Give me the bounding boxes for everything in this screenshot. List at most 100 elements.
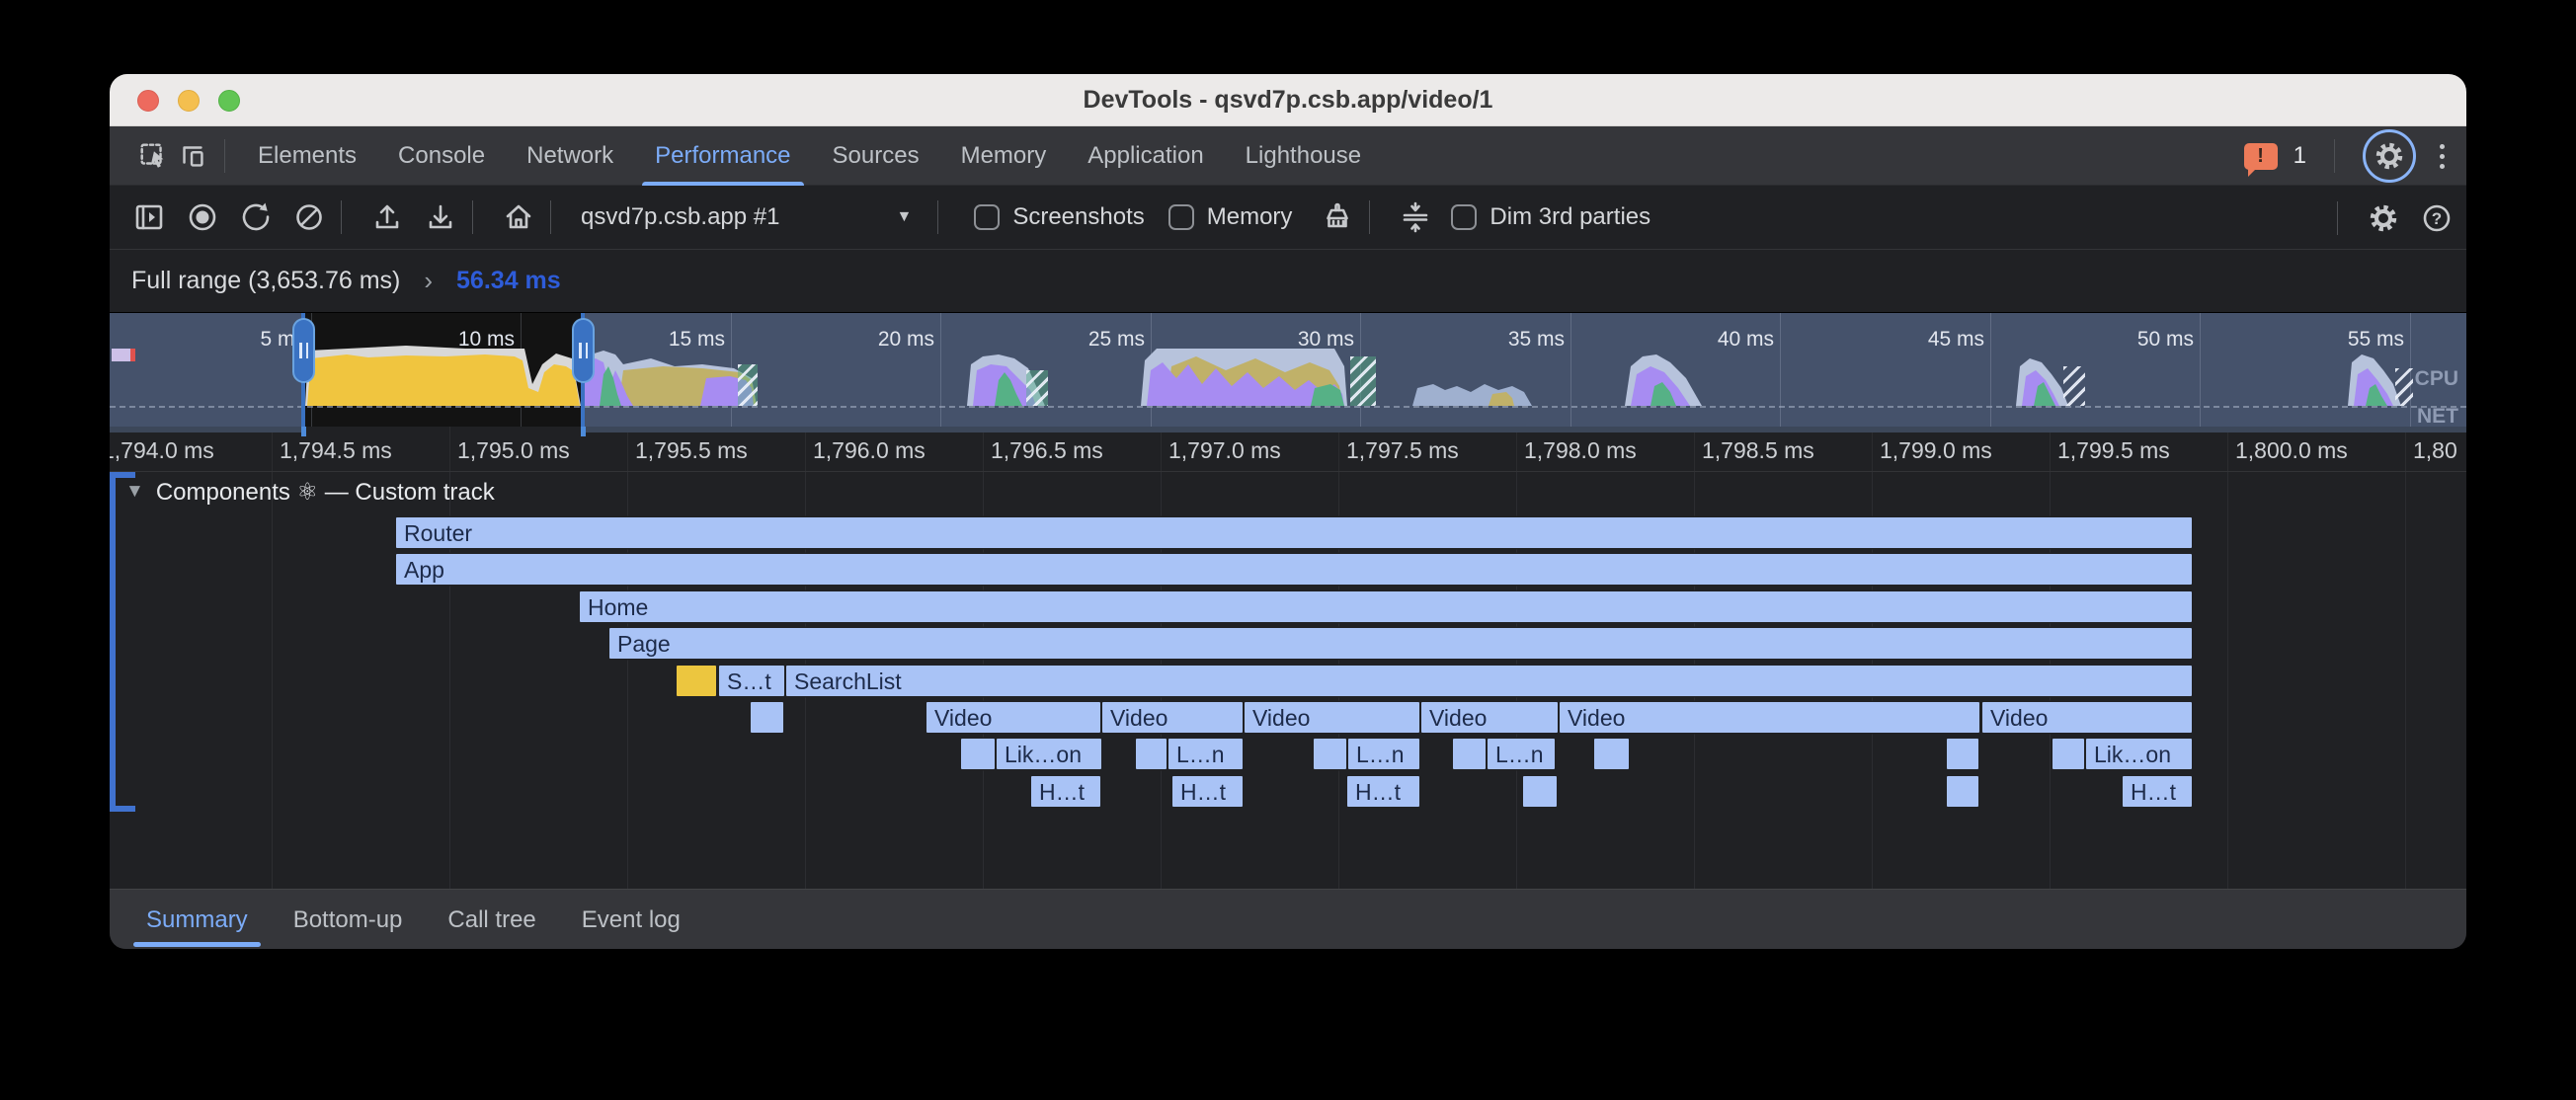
ruler-time-label: 1,795.5 ms <box>635 427 748 472</box>
flame-bar-home[interactable]: Home <box>580 591 2192 622</box>
grid-line <box>2405 427 2406 471</box>
tab-console[interactable]: Console <box>377 126 506 186</box>
selected-track-bracket <box>110 472 135 812</box>
dim-3rd-parties-checkbox[interactable]: Dim 3rd parties <box>1451 203 1650 231</box>
chevron-right-icon: › <box>424 266 433 296</box>
flame-bar-ln[interactable]: L…n <box>1488 739 1555 769</box>
history-dropdown[interactable]: qsvd7p.csb.app #1 ▼ <box>581 203 912 231</box>
window-left-handle[interactable] <box>292 318 315 383</box>
flame-bar-likon[interactable]: Lik…on <box>997 739 1101 769</box>
tab-performance[interactable]: Performance <box>634 126 811 186</box>
download-profile-icon[interactable] <box>421 197 460 237</box>
settings-gear-focus-ring[interactable] <box>2363 129 2416 183</box>
flame-bar[interactable] <box>1523 776 1557 807</box>
garbage-collect-icon[interactable] <box>1318 197 1357 237</box>
flame-bar-video[interactable]: Video <box>1560 702 1979 733</box>
error-badge-icon[interactable]: ! <box>2244 143 2278 170</box>
bottom-tab-summary[interactable]: Summary <box>123 890 271 950</box>
window-marker <box>581 427 586 436</box>
flame-bar[interactable] <box>1453 739 1486 769</box>
flame-bar[interactable] <box>677 666 716 696</box>
tab-lighthouse[interactable]: Lighthouse <box>1225 126 1382 186</box>
bottom-tab-call-tree[interactable]: Call tree <box>425 890 558 950</box>
flame-chart[interactable]: ▼ Components ⚛ — Custom track Router App H… <box>110 472 2466 889</box>
devtools-tabbar: ElementsConsoleNetworkPerformanceSources… <box>110 126 2466 186</box>
track-title: Components ⚛ — Custom track <box>156 478 495 507</box>
flame-bar-searchlist[interactable]: SearchList <box>786 666 2192 696</box>
checkbox-box[interactable] <box>1451 204 1477 230</box>
checkbox-box[interactable] <box>974 204 1000 230</box>
tab-network[interactable]: Network <box>506 126 634 186</box>
flame-bar-likon[interactable]: Lik…on <box>2086 739 2192 769</box>
flame-bar-app[interactable]: App <box>396 554 2192 585</box>
inspect-element-icon[interactable] <box>133 136 173 176</box>
flame-bar-ht[interactable]: H…t <box>2123 776 2192 807</box>
flame-bar-video[interactable]: Video <box>1421 702 1558 733</box>
grid-line <box>805 427 806 471</box>
bottom-tab-bottom-up[interactable]: Bottom-up <box>271 890 426 950</box>
window-right-handle[interactable] <box>572 318 595 383</box>
flame-bar-video[interactable]: Video <box>926 702 1100 733</box>
flame-bar[interactable] <box>1947 776 1978 807</box>
flame-bar[interactable] <box>961 739 995 769</box>
flame-bar-st[interactable]: S…t <box>719 666 784 696</box>
flame-bar-router[interactable]: Router <box>396 517 2192 548</box>
checkbox-box[interactable] <box>1168 204 1194 230</box>
tab-application[interactable]: Application <box>1067 126 1224 186</box>
flame-bar-ht[interactable]: H…t <box>1347 776 1419 807</box>
close-window-button[interactable] <box>137 90 159 112</box>
flame-bar-ln[interactable]: L…n <box>1348 739 1419 769</box>
minimize-window-button[interactable] <box>178 90 200 112</box>
flame-bar-page[interactable]: Page <box>609 628 2192 659</box>
flame-bar[interactable] <box>1314 739 1346 769</box>
selected-range-crumb: 56.34 ms <box>456 267 561 295</box>
flame-bar[interactable] <box>751 702 783 733</box>
zoom-window-button[interactable] <box>218 90 240 112</box>
divider <box>341 200 342 234</box>
flame-bar[interactable] <box>1136 739 1167 769</box>
flame-bar-ht[interactable]: H…t <box>1172 776 1243 807</box>
collapse-flame-icon[interactable] <box>1396 197 1435 237</box>
capture-settings-gear-icon[interactable] <box>2364 198 2403 238</box>
memory-checkbox[interactable]: Memory <box>1168 203 1293 231</box>
clear-icon[interactable] <box>289 197 329 237</box>
tab-sources[interactable]: Sources <box>812 126 940 186</box>
flame-bar[interactable] <box>1594 739 1629 769</box>
ruler-time-label: 1,796.5 ms <box>991 427 1103 472</box>
home-icon[interactable] <box>499 197 538 237</box>
device-toolbar-icon[interactable] <box>173 136 212 176</box>
ruler-time-label: 1,798.5 ms <box>1702 427 1814 472</box>
ruler-time-label: 1,796.0 ms <box>813 427 926 472</box>
panel-tabs: ElementsConsoleNetworkPerformanceSources… <box>237 126 1382 186</box>
upload-profile-icon[interactable] <box>367 197 407 237</box>
screenshots-checkbox[interactable]: Screenshots <box>974 203 1144 231</box>
flame-bar-video[interactable]: Video <box>1102 702 1243 733</box>
divider <box>1369 200 1370 234</box>
error-count[interactable]: 1 <box>2294 142 2306 170</box>
collapse-triangle-icon[interactable]: ▼ <box>125 481 144 503</box>
ruler-time-label: 1,794.5 ms <box>280 427 392 472</box>
flame-bar[interactable] <box>2053 739 2084 769</box>
timeline-overview[interactable]: 5 ms10 ms15 ms20 ms25 ms30 ms35 ms40 ms4… <box>110 312 2466 427</box>
flame-bar[interactable] <box>1947 739 1978 769</box>
tab-memory[interactable]: Memory <box>940 126 1068 186</box>
bottom-tab-event-log[interactable]: Event log <box>559 890 703 950</box>
toggle-sidebar-icon[interactable] <box>129 197 169 237</box>
desktop-background: DevTools - qsvd7p.csb.app/video/1 <box>0 0 2576 1100</box>
full-range-crumb[interactable]: Full range (3,653.76 ms) <box>131 267 400 295</box>
track-header[interactable]: ▼ Components ⚛ — Custom track <box>110 472 2466 511</box>
record-icon[interactable] <box>183 197 222 237</box>
flame-bar-ln[interactable]: L…n <box>1168 739 1243 769</box>
help-icon[interactable]: ? <box>2417 198 2456 238</box>
divider <box>472 200 473 234</box>
reload-record-icon[interactable] <box>236 197 276 237</box>
tab-elements[interactable]: Elements <box>237 126 377 186</box>
window-titlebar: DevTools - qsvd7p.csb.app/video/1 <box>110 74 2466 126</box>
flame-bar-video[interactable]: Video <box>1245 702 1419 733</box>
grid-line <box>1872 427 1873 471</box>
flame-bar-ht[interactable]: H…t <box>1031 776 1100 807</box>
grid-line <box>2227 472 2228 889</box>
devtools-window: DevTools - qsvd7p.csb.app/video/1 <box>110 74 2466 949</box>
flame-bar-video[interactable]: Video <box>1982 702 2192 733</box>
more-options-icon[interactable] <box>2432 144 2453 169</box>
